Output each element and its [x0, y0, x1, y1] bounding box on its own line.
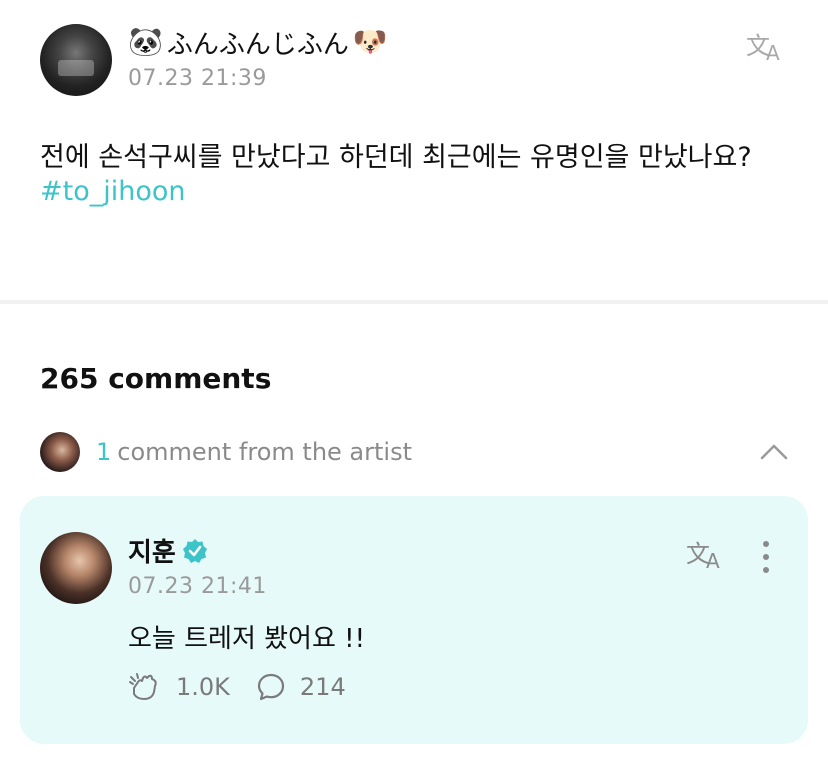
svg-text:A: A [766, 41, 780, 64]
post-hashtag[interactable]: #to_jihoon [40, 176, 186, 207]
reply-count: 214 [299, 673, 346, 701]
post-author[interactable]: 🐼 ふんふんじふん 🐶 [128, 22, 388, 62]
post-body: 전에 손석구씨를 만났다고 하던데 최근에는 유명인을 만났나요? [40, 142, 752, 173]
more-vertical-icon[interactable] [760, 540, 772, 574]
comments-count: 265 comments [40, 362, 272, 395]
artist-avatar-small [40, 432, 80, 472]
translate-icon[interactable]: 文 A [684, 536, 728, 572]
artist-comment-count: 1 [96, 438, 112, 466]
section-divider [0, 300, 828, 304]
artist-comment-timestamp: 07.23 21:41 [128, 574, 267, 599]
author-prefix-emoji: 🐼 [128, 25, 163, 58]
like-stat[interactable]: 1.0K [128, 672, 230, 702]
like-count: 1.0K [176, 673, 230, 701]
artist-comment-card: 지훈 07.23 21:41 오늘 트레저 봤어요 !! 文 A 1.0K 21… [20, 496, 808, 744]
post-author-avatar[interactable] [40, 24, 112, 96]
artist-name: 지훈 [128, 538, 176, 568]
artist-comment-body: 오늘 트레저 봤어요 !! [128, 624, 365, 654]
verified-badge-icon [182, 538, 207, 563]
translate-icon[interactable]: 文 A [744, 28, 788, 64]
comment-bubble-icon [257, 673, 285, 701]
author-suffix-emoji: 🐶 [352, 25, 388, 58]
artist-comments-toggle[interactable]: 1 comment from the artist [40, 430, 790, 474]
cheer-hand-icon [129, 673, 157, 700]
post: 🐼 ふんふんじふん 🐶 07.23 21:39 文 A 전에 손석구씨를 만났다… [0, 0, 828, 300]
svg-text:A: A [706, 549, 720, 572]
post-timestamp: 07.23 21:39 [128, 66, 267, 91]
artist-comment-text: comment from the artist [117, 438, 412, 466]
artist-avatar[interactable] [40, 532, 112, 604]
chevron-up-icon[interactable] [758, 436, 790, 468]
artist-comments-label: 1 comment from the artist [96, 438, 412, 466]
author-name: ふんふんじふん [166, 29, 349, 60]
comment-stats: 1.0K 214 [128, 672, 372, 702]
reply-stat[interactable]: 214 [256, 672, 346, 702]
artist-name-row[interactable]: 지훈 [128, 532, 208, 569]
